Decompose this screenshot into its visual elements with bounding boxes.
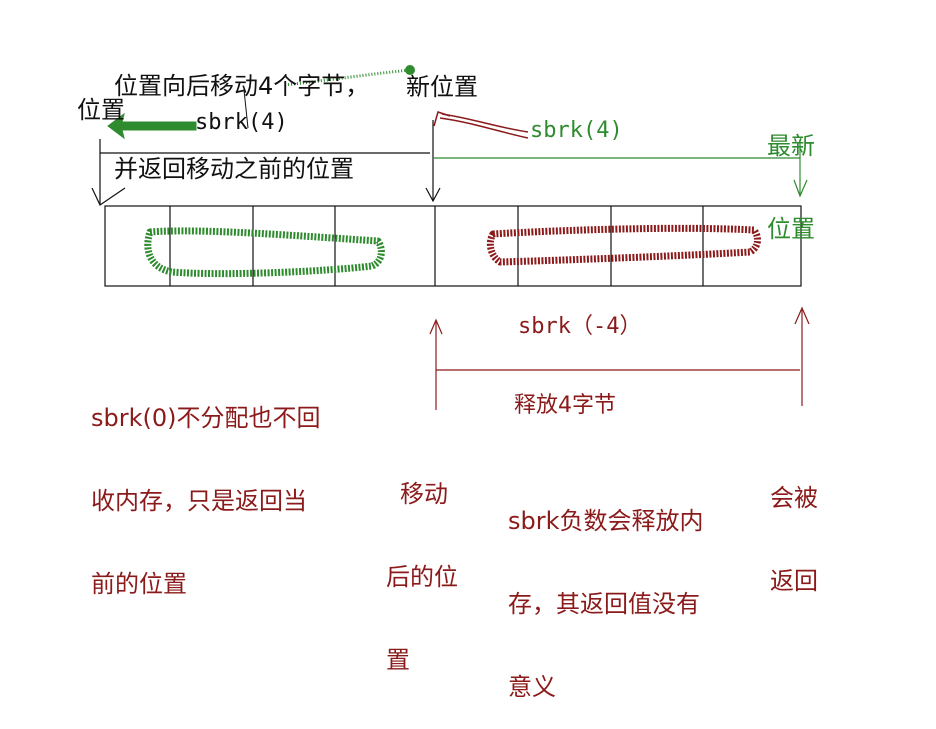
top-note-line2: 并返回移动之前的位置	[114, 154, 354, 183]
down-arrow-new	[425, 120, 441, 203]
sbrk0-note-line2: 收内存，只是返回当	[91, 486, 307, 515]
sbrk0-note: sbrk(0)不分配也不回 收内存，只是返回当 前的位置	[91, 350, 321, 626]
negative-note-line2: 存，其返回值没有	[508, 589, 700, 618]
latest-position-label: 最新 位置	[767, 78, 815, 271]
returned-label-line1: 会被	[770, 484, 818, 513]
sbrk-neg4-label: sbrk（-4）	[518, 314, 642, 339]
moved-position-line2: 后的位	[386, 562, 458, 591]
returned-label-line2: 返回	[770, 566, 818, 595]
negative-note-line1: sbrk负数会释放内	[508, 507, 704, 536]
moved-position-label: 移动 后的位 置	[386, 426, 458, 702]
sbrk-4-label-right: sbrk(4)	[530, 118, 623, 143]
latest-position-line2: 位置	[767, 214, 815, 243]
sbrk0-note-line3: 前的位置	[91, 569, 187, 598]
returned-label: 会被 返回	[770, 430, 818, 623]
position-label: 位置	[77, 96, 125, 124]
top-note-line1: 位置向后移动4个字节，	[114, 72, 370, 101]
release-label: 释放4字节	[514, 393, 616, 418]
new-position-label: 新位置	[406, 73, 478, 101]
latest-position-line1: 最新	[767, 132, 815, 161]
allocated-region-scribble	[144, 227, 385, 278]
negative-note-line3: 意义	[508, 672, 556, 701]
moved-position-line3: 置	[386, 645, 410, 674]
moved-position-line1: 移动	[400, 480, 448, 509]
sbrk0-note-line1: sbrk(0)不分配也不回	[91, 404, 321, 433]
up-hook-arrow	[433, 111, 529, 139]
released-region-scribble	[486, 224, 761, 266]
negative-note: sbrk负数会释放内 存，其返回值没有 意义	[508, 453, 704, 729]
sbrk-4-label-left: sbrk(4)	[195, 110, 288, 135]
